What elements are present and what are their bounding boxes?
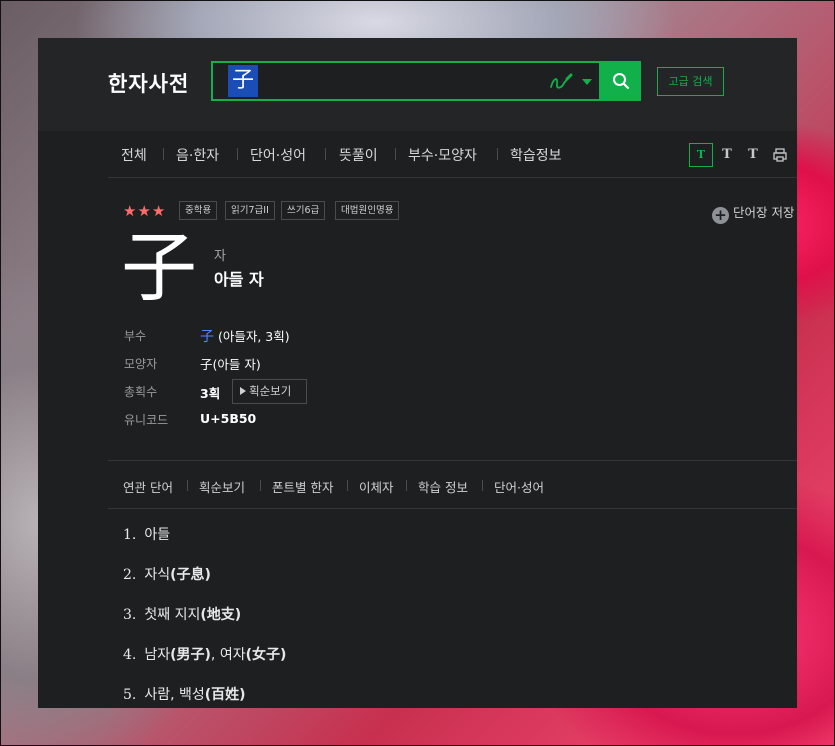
section-separator	[260, 480, 261, 491]
print-icon[interactable]	[773, 148, 787, 162]
definition-number: 2.	[123, 567, 137, 583]
section-stroke-order[interactable]: 획순보기	[199, 477, 245, 496]
hanja-character: 子	[121, 223, 197, 312]
level-badge: 쓰기6급	[281, 201, 326, 220]
tab-sound-hanja[interactable]: 음·한자	[176, 145, 219, 165]
section-words-idioms[interactable]: 단어·성어	[494, 477, 544, 496]
section-nav: 연관 단어 획순보기 폰트별 한자 이체자 학습 정보 단어·성어	[108, 460, 797, 509]
shape-value: 子(아들 자)	[200, 357, 261, 372]
section-related-words[interactable]: 연관 단어	[123, 477, 173, 496]
radical-link[interactable]: 子	[200, 329, 214, 345]
tab-separator	[163, 148, 164, 160]
header: 한자사전 子 고급 검색	[38, 38, 797, 131]
tab-separator	[395, 148, 396, 160]
definition-text: 사람, 백성	[144, 687, 205, 703]
definition-text: 아들	[144, 527, 171, 543]
unicode-label: 유니코드	[124, 413, 169, 427]
shape-label: 모양자	[124, 357, 158, 371]
handwriting-input-icon[interactable]	[548, 72, 574, 92]
tab-separator	[237, 148, 238, 160]
unicode-value: U+5B50	[200, 411, 257, 426]
section-separator	[406, 480, 407, 491]
definition-item: 3. 첫째 지지(地支)	[123, 604, 241, 624]
section-separator	[347, 480, 348, 491]
search-button[interactable]	[601, 61, 641, 101]
definition-text: 자식	[144, 567, 171, 583]
stroke-count-label: 총획수	[124, 385, 158, 399]
section-variants[interactable]: 이체자	[359, 477, 394, 496]
advanced-search-button[interactable]: 고급 검색	[657, 67, 724, 96]
search-input-value[interactable]: 子	[228, 65, 259, 97]
search-input[interactable]: 子	[211, 61, 601, 101]
plus-circle-icon: +	[712, 207, 729, 224]
definition-text: 남자	[144, 647, 171, 663]
section-font-hanja[interactable]: 폰트별 한자	[272, 477, 333, 496]
section-separator	[482, 480, 483, 491]
section-separator	[187, 480, 188, 491]
save-to-wordbook-button[interactable]: + 단어장 저장	[712, 202, 794, 224]
definition-number: 1.	[123, 527, 137, 543]
tab-separator	[497, 148, 498, 160]
chevron-down-icon[interactable]	[582, 79, 592, 85]
definition-text: , 여자	[210, 647, 246, 663]
stroke-order-label: 획순보기	[249, 384, 292, 398]
definition-hanja: (百姓)	[204, 687, 246, 703]
section-study-info[interactable]: 학습 정보	[418, 477, 468, 496]
font-size-small-button[interactable]: T	[689, 143, 713, 167]
font-size-medium-button[interactable]: T	[715, 143, 739, 167]
definition-item: 2. 자식(子息)	[123, 564, 211, 584]
definition-number: 4.	[123, 647, 137, 663]
play-icon	[240, 387, 246, 395]
radical-label: 부수	[124, 329, 147, 343]
tab-separator	[325, 148, 326, 160]
definition-item: 5. 사람, 백성(百姓)	[123, 684, 246, 704]
radical-value: 子 (아들자, 3획)	[200, 326, 290, 346]
hanja-meaning: 아들 자	[214, 270, 264, 289]
tab-radical-shape[interactable]: 부수·모양자	[408, 145, 477, 165]
tab-meanings[interactable]: 뜻풀이	[339, 145, 378, 165]
app-logo[interactable]: 한자사전	[108, 68, 189, 98]
level-badge: 읽기7급II	[225, 201, 275, 220]
stroke-order-button[interactable]: 획순보기	[232, 379, 307, 404]
definition-text: 첫째 지지	[144, 607, 201, 623]
level-badge: 대법원인명용	[335, 201, 400, 220]
definition-number: 5.	[123, 687, 137, 703]
save-to-wordbook-label: 단어장 저장	[733, 205, 795, 220]
tab-words-idioms[interactable]: 단어·성어	[250, 145, 306, 165]
definition-item: 1. 아들	[123, 524, 170, 544]
search-tabs: 전체 음·한자 단어·성어 뜻풀이 부수·모양자 학습정보 T T T	[108, 131, 797, 178]
tab-study-info[interactable]: 학습정보	[510, 145, 562, 165]
definition-hanja: (女子)	[245, 647, 287, 663]
definition-hanja: (子息)	[170, 567, 211, 583]
definition-number: 3.	[123, 607, 137, 623]
radical-detail: (아들자, 3획)	[214, 329, 290, 344]
definition-hanja: (地支)	[200, 607, 242, 623]
font-size-large-button[interactable]: T	[741, 143, 765, 167]
dictionary-panel: 한자사전 子 고급 검색 전체 음·한자 단어·성어 뜻풀이 부수·모양자 학습	[38, 38, 797, 708]
definition-hanja: (男子)	[170, 647, 211, 663]
definition-item: 4. 남자(男子), 여자(女子)	[123, 644, 286, 664]
tab-all[interactable]: 전체	[121, 145, 147, 165]
search-icon	[613, 73, 630, 90]
stroke-count-value: 3획	[200, 386, 221, 401]
hanja-reading: 자	[214, 249, 226, 264]
